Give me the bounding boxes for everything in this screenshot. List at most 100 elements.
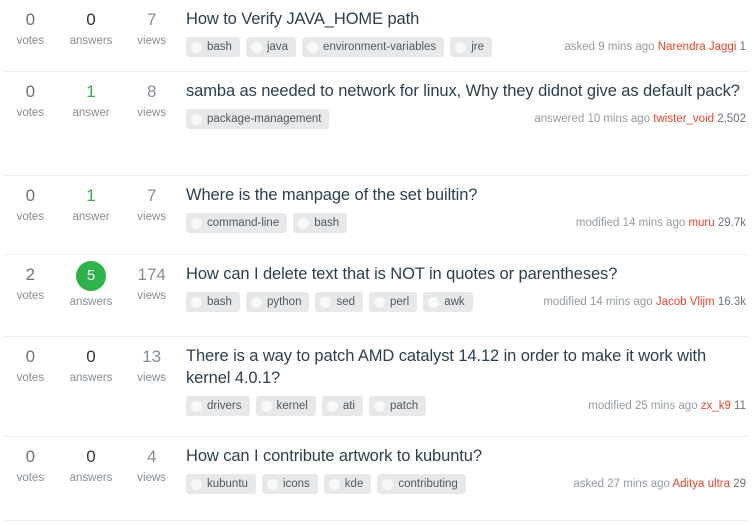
- question-title-link[interactable]: How to Verify JAVA_HOME path: [186, 8, 746, 30]
- meta-time: 14 mins ago: [622, 217, 686, 229]
- tag[interactable]: drivers: [186, 396, 250, 416]
- tag-dot-icon: [298, 217, 310, 229]
- user-reputation: 29.7k: [717, 217, 746, 229]
- tag[interactable]: sed: [315, 292, 364, 312]
- votes-stat: 0 votes: [0, 445, 61, 486]
- views-stat: 4 views: [121, 445, 182, 486]
- question-user-meta: modified 25 mins ago zx_k9 11: [588, 398, 746, 414]
- question-summary: How can I contribute artwork to kubuntu?…: [182, 437, 754, 494]
- tag-label: environment-variables: [323, 41, 437, 53]
- tag[interactable]: package-management: [186, 109, 330, 129]
- tag-dot-icon: [260, 400, 272, 412]
- tag-dot-icon: [191, 296, 202, 308]
- user-link[interactable]: muru: [688, 217, 714, 229]
- tag[interactable]: bash: [293, 213, 348, 233]
- question-stats: 0 votes 1 answer 7 views: [0, 176, 182, 225]
- tag[interactable]: icons: [261, 474, 318, 494]
- meta-time: 27 mins ago: [607, 478, 670, 490]
- question-stats: 2 votes 5 answers 174 views: [0, 255, 182, 310]
- user-link[interactable]: Aditya ultra: [672, 478, 730, 490]
- question-stats: 0 votes 0 answers 7 views: [0, 0, 182, 49]
- tag-label: kubuntu: [207, 478, 248, 490]
- votes-label: votes: [16, 211, 45, 223]
- views-label: views: [137, 472, 167, 484]
- answers-count: 1: [86, 186, 96, 205]
- user-link[interactable]: zx_k9: [701, 400, 731, 412]
- question-list: 0 votes 0 answers 7 views How to Verify JAVA_H…: [0, 0, 754, 521]
- tag[interactable]: bash: [186, 37, 240, 57]
- votes-label: votes: [16, 372, 45, 384]
- question-title-link[interactable]: samba as needed to network for linux, Wh…: [186, 80, 746, 102]
- answers-label: answers: [69, 472, 113, 484]
- answers-stat: 1 answer: [61, 80, 122, 121]
- votes-stat: 0 votes: [0, 184, 61, 225]
- votes-count: 0: [25, 447, 36, 466]
- question-title-link[interactable]: There is a way to patch AMD catalyst 14.…: [186, 345, 746, 389]
- answers-stat: 0 answers: [61, 345, 122, 386]
- meta-action: asked: [573, 478, 605, 490]
- question-row: 0 votes 0 answers 13 views There is a way to p…: [0, 337, 754, 437]
- question-meta-line: bash python sed perl awk modified 14 mins ago…: [186, 292, 746, 312]
- votes-stat: 0 votes: [0, 345, 61, 386]
- tag[interactable]: awk: [423, 292, 473, 312]
- question-stats: 0 votes 0 answers 13 views: [0, 337, 182, 386]
- user-reputation: 29: [733, 478, 746, 490]
- accepted-answer-badge: 5 answers: [61, 261, 122, 310]
- tag[interactable]: kubuntu: [186, 474, 256, 494]
- question-user-meta: modified 14 mins ago muru 29.7k: [576, 215, 746, 231]
- meta-time: 10 mins ago: [587, 113, 651, 125]
- tag[interactable]: ati: [321, 396, 363, 416]
- question-title-link[interactable]: How can I contribute artwork to kubuntu?: [186, 445, 746, 467]
- user-link[interactable]: Narendra Jaggi: [658, 41, 737, 53]
- tag-dot-icon: [455, 41, 467, 53]
- tag[interactable]: kernel: [255, 396, 316, 416]
- tag[interactable]: patch: [369, 396, 427, 416]
- meta-time: 14 mins ago: [589, 296, 653, 308]
- tag[interactable]: command-line: [186, 213, 288, 233]
- votes-label: votes: [16, 472, 45, 484]
- tag-label: jre: [471, 41, 484, 53]
- answers-label: answers: [69, 372, 113, 384]
- question-meta-line: kubuntu icons kde contributing asked 27 mins…: [186, 474, 746, 494]
- tag-list: command-line bash: [186, 213, 348, 233]
- tag-list: package-management: [186, 109, 330, 129]
- tag[interactable]: python: [245, 292, 310, 312]
- user-link[interactable]: twister_void: [653, 113, 714, 125]
- votes-stat: 0 votes: [0, 80, 61, 121]
- tag-list: kubuntu icons kde contributing: [186, 474, 466, 494]
- tag-dot-icon: [191, 217, 202, 229]
- user-link[interactable]: Jacob Vlijm: [656, 296, 715, 308]
- tag-dot-icon: [374, 400, 385, 412]
- views-stat: 8 views: [121, 80, 182, 121]
- tag[interactable]: perl: [369, 292, 418, 312]
- question-stats: 0 votes 1 answer 8 views: [0, 72, 182, 121]
- tag[interactable]: jre: [450, 37, 492, 57]
- meta-time: 25 mins ago: [634, 400, 698, 412]
- tag[interactable]: contributing: [377, 474, 466, 494]
- tag-label: ati: [342, 400, 355, 412]
- question-title-link[interactable]: Where is the manpage of the set builtin?: [186, 184, 746, 206]
- views-label: views: [137, 35, 167, 47]
- user-reputation: 11: [734, 400, 746, 412]
- tag[interactable]: bash: [186, 292, 240, 312]
- tag[interactable]: environment-variables: [302, 37, 445, 57]
- views-count: 7: [146, 186, 157, 205]
- tag-dot-icon: [250, 41, 262, 53]
- meta-action: answered: [534, 113, 585, 125]
- votes-stat: 2 votes: [0, 263, 61, 310]
- tag-dot-icon: [326, 400, 338, 412]
- question-title-link[interactable]: How can I delete text that is NOT in quo…: [186, 263, 746, 285]
- tag-label: bash: [207, 296, 232, 308]
- tag-label: bash: [207, 41, 232, 53]
- question-meta-line: package-management answered 10 mins ago t…: [186, 109, 746, 129]
- tag-label: kernel: [276, 400, 308, 412]
- tag[interactable]: java: [245, 37, 297, 57]
- tag[interactable]: kde: [323, 474, 372, 494]
- tag-label: icons: [282, 478, 310, 490]
- views-stat: 7 views: [121, 8, 182, 49]
- tag-label: sed: [336, 296, 356, 308]
- question-summary: How to Verify JAVA_HOME path bash java envi…: [182, 0, 754, 57]
- question-row: 2 votes 5 answers 174 views How can I delete t…: [0, 255, 754, 337]
- answers-label: answer: [72, 107, 110, 119]
- tag-label: perl: [390, 296, 410, 308]
